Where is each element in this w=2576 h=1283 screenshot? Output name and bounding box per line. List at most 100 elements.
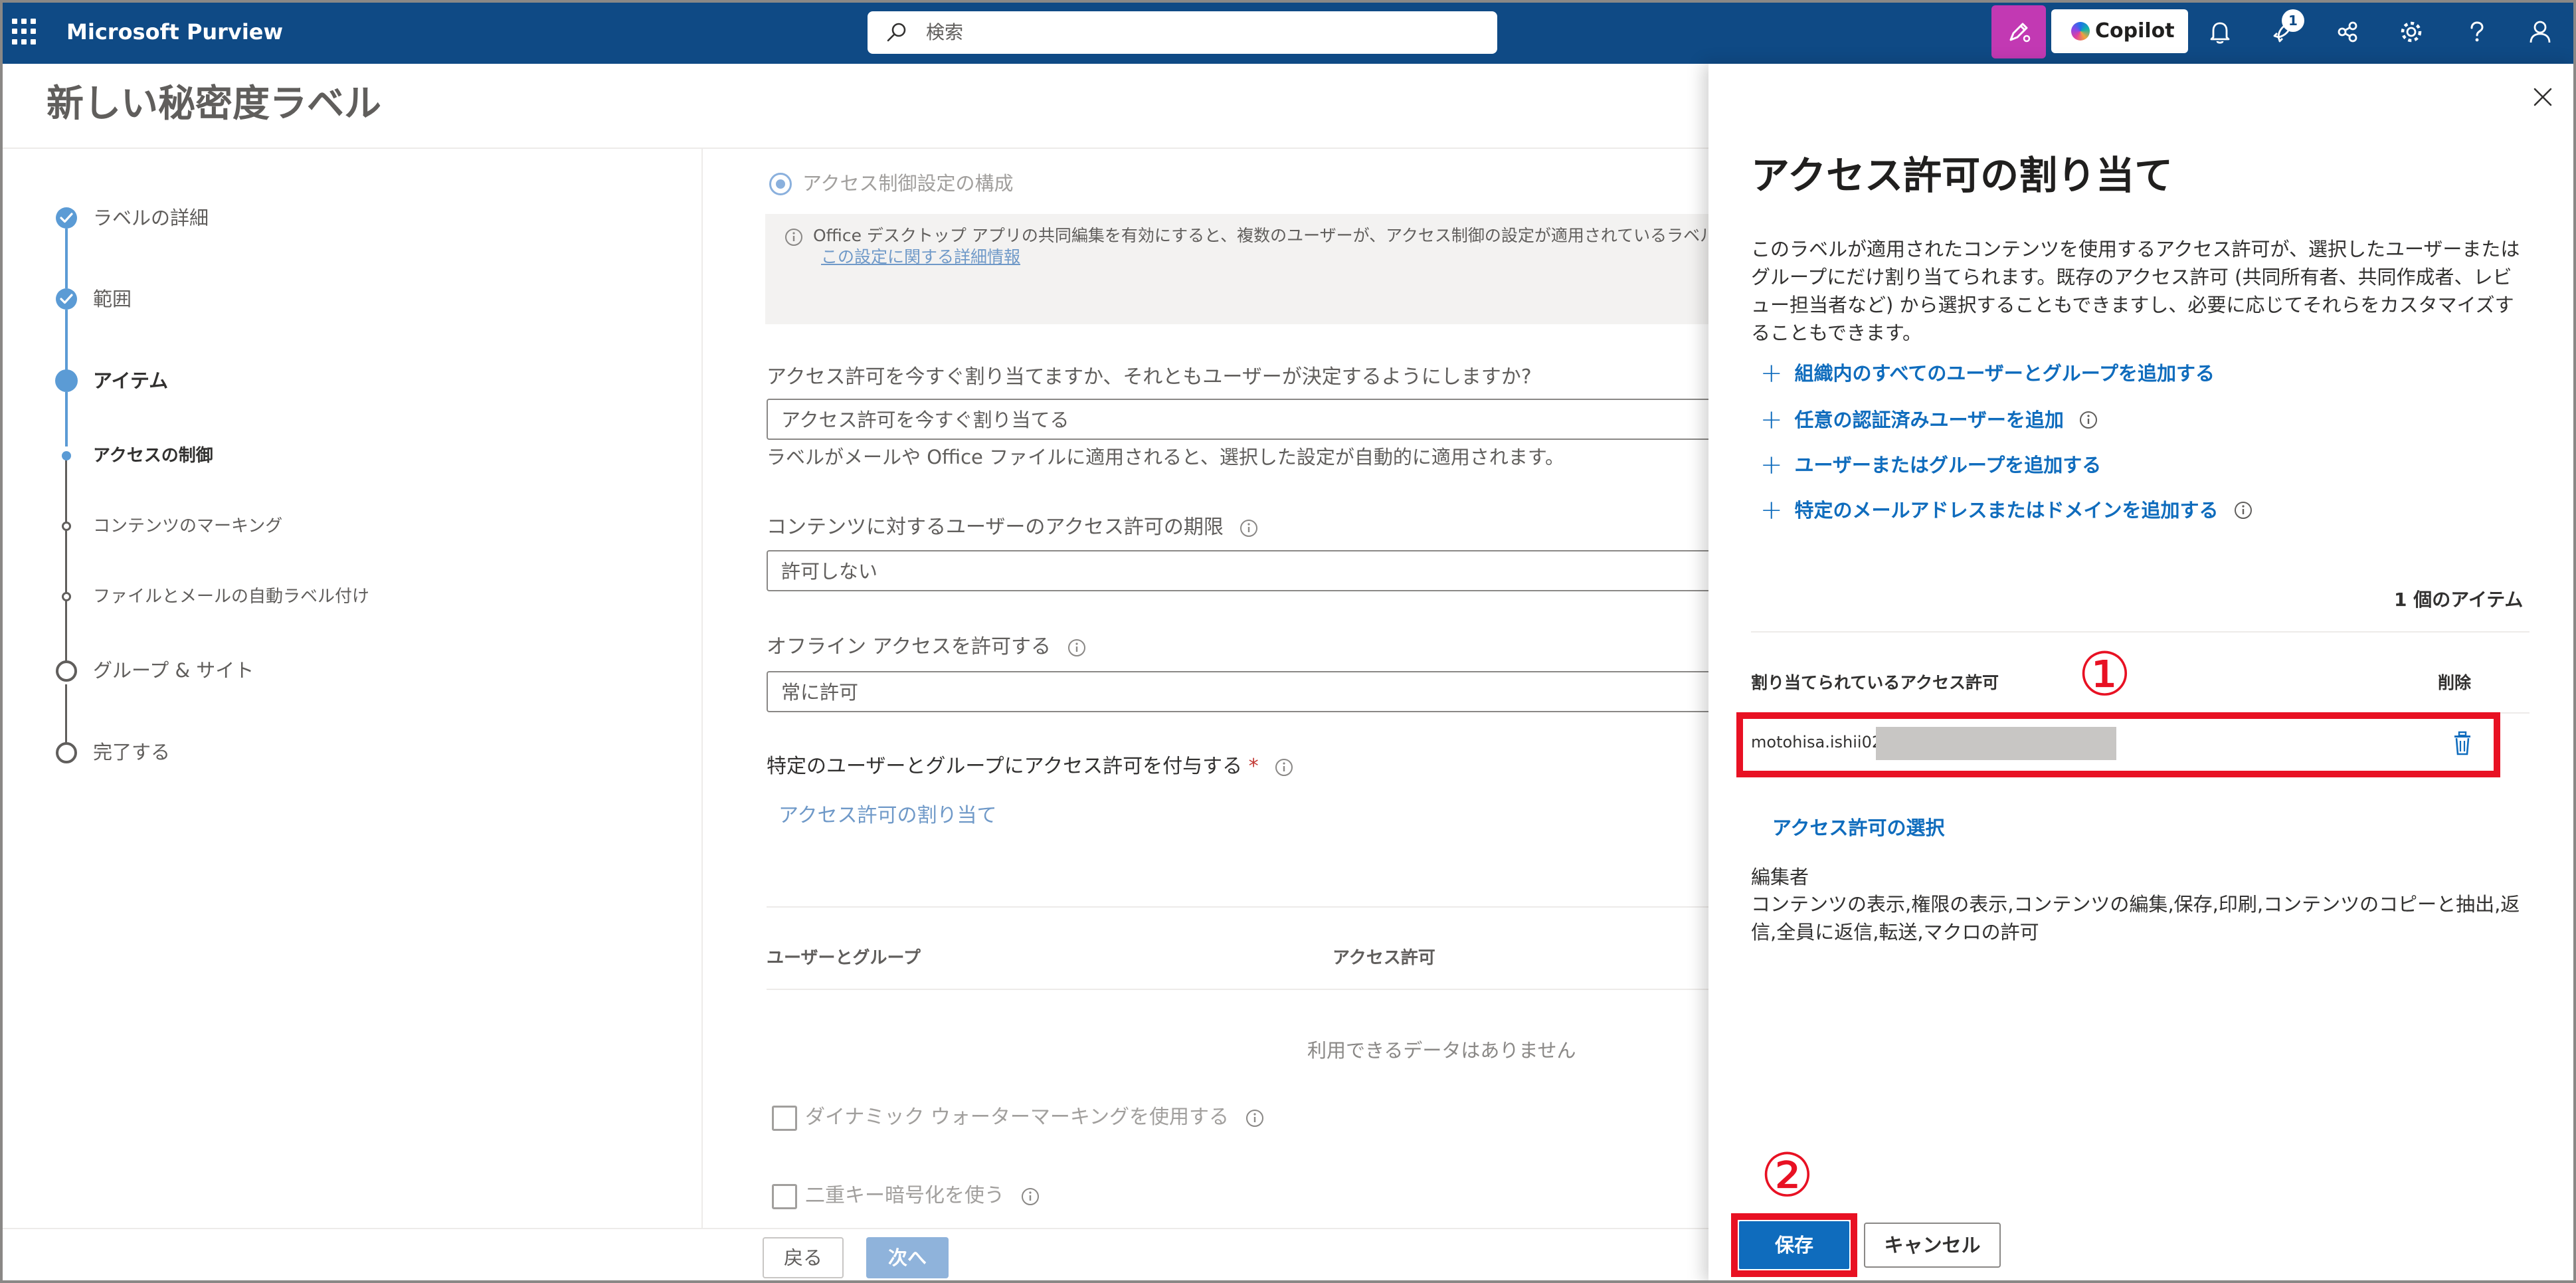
back-button[interactable]: 戻る	[763, 1237, 844, 1278]
add-users-groups-button[interactable]: + ユーザーまたはグループを追加する	[1760, 452, 2101, 478]
copilot-button[interactable]: Copilot	[2051, 9, 2188, 53]
step-label-finish[interactable]: 完了する	[93, 740, 170, 765]
column-permissions: アクセス許可	[1333, 948, 1435, 968]
info-icon	[785, 229, 802, 246]
grant-label: 特定のユーザーとグループにアクセス許可を付与する *	[767, 753, 1294, 780]
info-text: Office デスクトップ アプリの共同編集を有効にすると、複数のユーザーが、ア…	[813, 226, 1734, 245]
table-row[interactable]: motohisa.ishii02@	[1736, 712, 2500, 777]
empty-table-message: 利用できるデータはありません	[1307, 1039, 1576, 1062]
add-email-domain-button[interactable]: + 特定のメールアドレスまたはドメインを追加する	[1760, 497, 2253, 524]
column-users: ユーザーとグループ	[767, 948, 921, 968]
step-check-icon	[56, 288, 77, 310]
save-button[interactable]: 保存	[1739, 1221, 1849, 1269]
double-key-checkbox[interactable]	[772, 1184, 797, 1209]
configure-access-radio[interactable]	[769, 173, 792, 195]
double-key-label-text: 二重キー暗号化を使う	[805, 1184, 1004, 1207]
annotation-marker-2: ②	[1760, 1141, 1814, 1211]
expire-dropdown[interactable]: 許可しない	[767, 550, 1708, 591]
learn-more-link[interactable]: この設定に関する詳細情報	[821, 246, 1020, 268]
watermark-label: ダイナミック ウォーターマーキングを使用する	[805, 1104, 1265, 1131]
offline-label: オフライン アクセスを許可する	[767, 634, 1087, 660]
watermark-label-text: ダイナミック ウォーターマーキングを使用する	[805, 1106, 1230, 1129]
info-icon[interactable]	[1239, 518, 1259, 538]
column-delete: 削除	[2438, 673, 2472, 692]
step-label-groups-sites[interactable]: グループ & サイト	[93, 658, 254, 683]
plus-icon: +	[1760, 495, 1783, 526]
step-connector	[65, 310, 68, 371]
double-key-label: 二重キー暗号化を使う	[805, 1183, 1040, 1209]
substep-pending-icon	[62, 522, 71, 531]
add-all-org-users-button[interactable]: + 組織内のすべてのユーザーとグループを追加する	[1760, 360, 2215, 387]
info-icon[interactable]	[2078, 410, 2098, 430]
app-title[interactable]: Microsoft Purview	[66, 17, 283, 47]
watermark-checkbox[interactable]	[772, 1106, 797, 1131]
search-box[interactable]: 検索	[868, 11, 1497, 54]
choose-permissions-link[interactable]: アクセス許可の選択	[1772, 815, 1945, 841]
close-icon[interactable]	[2531, 85, 2555, 109]
add-authenticated-users-button[interactable]: + 任意の認証済みユーザーを追加	[1760, 407, 2098, 433]
stepper-divider	[701, 149, 703, 1229]
step-label-details[interactable]: ラベルの詳細	[93, 205, 209, 231]
item-count: 1 個のアイテム	[2394, 589, 2524, 611]
notification-badge: 1	[2282, 9, 2304, 32]
search-icon	[887, 23, 906, 42]
assign-permissions-link[interactable]: アクセス許可の割り当て	[779, 803, 997, 829]
bell-icon[interactable]	[2205, 17, 2235, 47]
step-label-content-marking[interactable]: コンテンツのマーキング	[93, 514, 282, 539]
step-connector	[65, 684, 67, 751]
expire-label-text: コンテンツに対するユーザーのアクセス許可の期限	[767, 516, 1224, 539]
waffle-icon[interactable]	[12, 19, 39, 45]
help-icon[interactable]	[2462, 17, 2491, 47]
step-label-scope[interactable]: 範囲	[93, 286, 132, 312]
footer-divider	[0, 1228, 1708, 1229]
gear-icon[interactable]	[2397, 17, 2426, 47]
panel-description: このラベルが適用されたコンテンツを使用するアクセス許可が、選択したユーザーまたは…	[1751, 238, 2520, 344]
table-divider	[767, 906, 1708, 908]
expire-value: 許可しない	[781, 560, 878, 583]
step-check-icon	[56, 207, 77, 229]
step-connector	[65, 229, 68, 288]
info-icon[interactable]	[1274, 757, 1294, 777]
expire-label: コンテンツに対するユーザーのアクセス許可の期限	[767, 514, 1259, 541]
copilot-logo-icon	[2071, 22, 2090, 41]
search-placeholder: 検索	[926, 21, 964, 43]
redacted-area	[1876, 727, 2116, 760]
copilot-label: Copilot	[2095, 19, 2175, 43]
next-button[interactable]: 次へ	[866, 1237, 949, 1278]
grant-label-text: 特定のユーザーとグループにアクセス許可を付与する	[767, 755, 1243, 778]
add-authenticated-users-label: 任意の認証済みユーザーを追加	[1794, 409, 2064, 431]
panel-divider	[1751, 631, 2530, 633]
add-users-groups-label: ユーザーまたはグループを追加する	[1794, 454, 2102, 476]
assign-mode-value: アクセス許可を今すぐ割り当てる	[781, 409, 1069, 431]
table-header-divider	[767, 989, 1708, 990]
cancel-button[interactable]: キャンセル	[1864, 1223, 2001, 1268]
share-icon[interactable]	[2333, 17, 2362, 47]
plus-icon: +	[1760, 450, 1783, 480]
assign-mode-dropdown[interactable]: アクセス許可を今すぐ割り当てる	[767, 399, 1708, 440]
substep-pending-icon	[62, 592, 71, 601]
trash-icon[interactable]	[2452, 731, 2472, 756]
info-icon[interactable]	[1067, 638, 1087, 658]
info-icon[interactable]	[2233, 500, 2253, 520]
step-connector	[65, 460, 67, 522]
required-mark: *	[1248, 755, 1259, 778]
substep-current-icon	[62, 451, 71, 460]
annotation-marker-1: ①	[2078, 640, 2132, 710]
offline-dropdown[interactable]: 常に許可	[767, 671, 1708, 712]
step-label-auto-labeling[interactable]: ファイルとメールの自動ラベル付け	[93, 584, 369, 609]
step-current-icon	[55, 369, 78, 392]
plus-icon: +	[1760, 405, 1783, 435]
role-name: 編集者	[1751, 866, 1809, 888]
assign-mode-description: ラベルがメールや Office ファイルに適用されると、選択した設定が自動的に適…	[767, 446, 1565, 468]
step-connector	[65, 601, 67, 667]
step-pending-icon	[56, 742, 77, 763]
pen-button[interactable]	[1991, 5, 2046, 58]
role-description: コンテンツの表示,権限の表示,コンテンツの編集,保存,印刷,コンテンツのコピーと…	[1751, 893, 2520, 943]
person-icon[interactable]	[2526, 17, 2555, 47]
info-icon[interactable]	[1020, 1187, 1040, 1207]
add-email-domain-label: 特定のメールアドレスまたはドメインを追加する	[1794, 499, 2219, 522]
step-label-items[interactable]: アイテム	[93, 368, 168, 393]
info-icon[interactable]	[1245, 1108, 1265, 1128]
header-divider	[0, 148, 1708, 149]
step-label-access-control[interactable]: アクセスの制御	[93, 443, 213, 468]
